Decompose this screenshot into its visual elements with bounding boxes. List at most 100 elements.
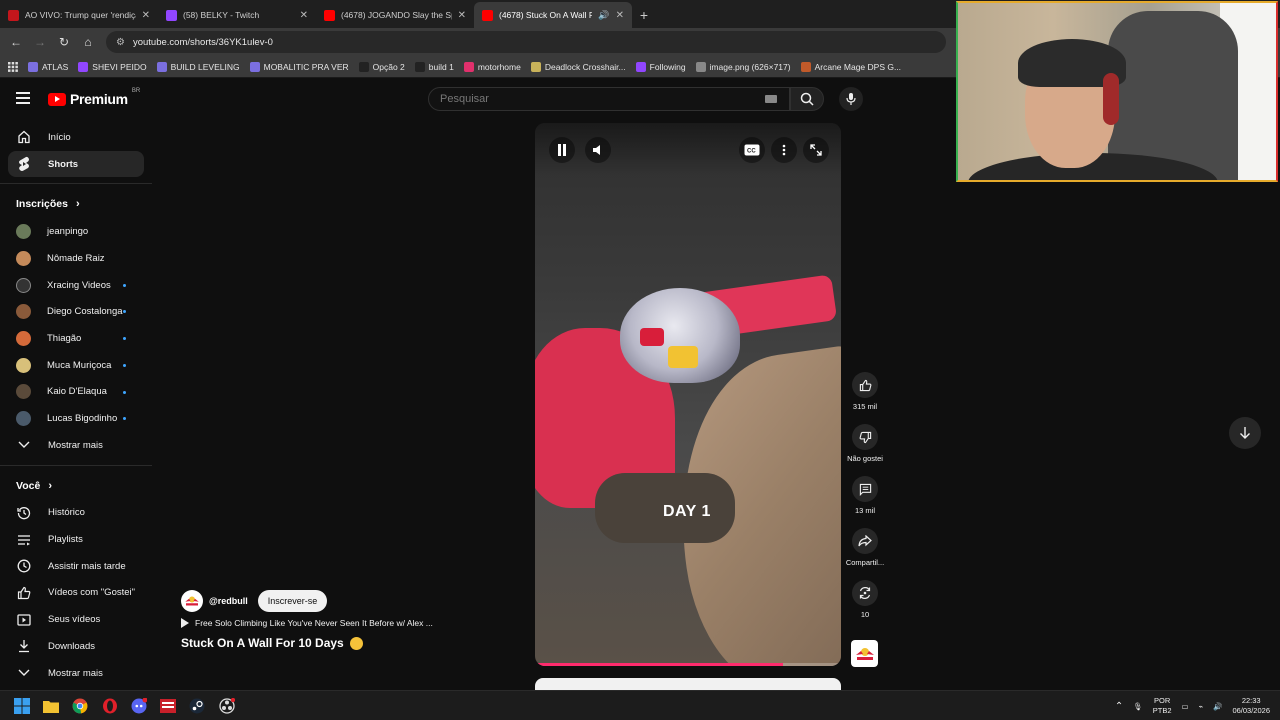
monitor-icon[interactable]: ▭ <box>1182 702 1189 711</box>
sidebar-item-subscription[interactable]: jeanpingo <box>8 218 144 245</box>
sidebar-item-subscription[interactable]: Thiagão <box>8 325 144 352</box>
dislike-button[interactable]: Não gostei <box>840 424 890 476</box>
subscriptions-header[interactable]: Inscrições › <box>0 190 152 218</box>
sidebar-item-watch-later[interactable]: Assistir mais tarde <box>8 553 144 580</box>
speaker-icon[interactable]: 🔊 <box>598 10 609 21</box>
sidebar-item-shorts[interactable]: Shorts <box>8 150 144 178</box>
show-more-subscriptions[interactable]: Mostrar mais <box>8 432 144 459</box>
chevron-up-icon[interactable]: ⌃ <box>1115 701 1123 712</box>
svg-text:CC: CC <box>747 149 756 155</box>
apps-icon[interactable] <box>8 61 18 72</box>
menu-icon[interactable] <box>16 92 30 104</box>
fullscreen-button[interactable] <box>803 137 829 163</box>
bookmark[interactable]: ATLAS <box>28 61 68 72</box>
sidebar-item-subscription[interactable]: Kaio D'Elaqua <box>8 379 144 406</box>
like-button[interactable]: 315 mil <box>840 372 890 424</box>
bookmark[interactable]: MOBALITIC PRA VER <box>249 61 349 72</box>
address-bar[interactable]: ⚙ youtube.com/shorts/36YK1ulev-0 <box>106 31 946 53</box>
avatar <box>16 224 31 240</box>
sidebar-item-home[interactable]: Início <box>8 124 144 151</box>
keyboard-icon[interactable] <box>765 95 777 103</box>
video-progress-bar[interactable] <box>535 663 841 666</box>
url-text: youtube.com/shorts/36YK1ulev-0 <box>132 36 273 48</box>
you-header[interactable]: Você › <box>0 472 152 500</box>
sidebar-item-playlists[interactable]: Playlists <box>8 526 144 553</box>
bookmark[interactable]: image.png (626×717) <box>695 61 791 72</box>
search-button[interactable] <box>790 87 824 111</box>
bookmark[interactable]: build 1 <box>414 61 454 72</box>
subscribe-button[interactable]: Inscrever-se <box>257 590 328 612</box>
volume-icon[interactable]: 🔊 <box>1213 702 1222 711</box>
chrome-icon[interactable] <box>70 696 90 716</box>
language-indicator[interactable]: POR PTB2 <box>1153 696 1172 716</box>
search-input[interactable]: Pesquisar <box>428 87 790 111</box>
redbull-logo-icon <box>855 647 874 660</box>
sidebar-item-subscription[interactable]: Diego Costalonga <box>8 298 144 325</box>
file-explorer-icon[interactable] <box>41 696 61 716</box>
sidebar-item-label: Muca Muriçoca <box>47 359 112 371</box>
sidebar-item-history[interactable]: Histórico <box>8 500 144 527</box>
back-icon[interactable]: ← <box>6 32 26 52</box>
next-short-button[interactable] <box>1229 417 1261 449</box>
browser-tab[interactable]: (4678) JOGANDO Slay the Spire ✕ <box>316 2 474 28</box>
close-tab-icon[interactable]: ✕ <box>458 10 466 21</box>
site-info-icon[interactable]: ⚙ <box>116 37 125 48</box>
sidebar-item-label: Kaio D'Elaqua <box>47 386 107 398</box>
steam-icon[interactable] <box>187 696 207 716</box>
sidebar-item-label: Seus vídeos <box>48 614 101 626</box>
sidebar-item-liked-videos[interactable]: Vídeos com "Gostei" <box>8 580 144 607</box>
sidebar-item-subscription[interactable]: Lucas Bigodinho <box>8 405 144 432</box>
more-options-button[interactable] <box>771 137 797 163</box>
opera-icon[interactable] <box>100 696 120 716</box>
browser-tab-active[interactable]: (4678) Stuck On A Wall For 🔊 ✕ <box>474 2 632 28</box>
bookmark[interactable]: Deadlock Crosshair... <box>530 61 626 72</box>
remix-button[interactable]: 10 <box>840 580 890 632</box>
bookmark[interactable]: Following <box>635 61 686 72</box>
close-tab-icon[interactable]: ✕ <box>300 10 308 21</box>
bookmark[interactable]: Arcane Mage DPS G... <box>800 61 901 72</box>
show-more-you[interactable]: Mostrar mais <box>8 660 144 687</box>
short-video-player[interactable]: DAY 1 CC <box>535 123 841 666</box>
sidebar-item-label: Xracing Videos <box>47 279 111 291</box>
clock[interactable]: 22:33 06/03/2026 <box>1232 696 1270 716</box>
bookmark[interactable]: SHEVI PEIDO <box>78 61 147 72</box>
microphone-icon[interactable]: 🎙 <box>1133 702 1143 711</box>
forward-icon[interactable]: → <box>30 32 50 52</box>
voice-search-button[interactable] <box>839 87 863 111</box>
bookmark[interactable]: motorhome <box>463 61 521 72</box>
bookmark-icon <box>28 61 38 72</box>
obs-icon[interactable] <box>217 696 237 716</box>
sidebar-item-subscription[interactable]: Xracing Videos <box>8 272 144 299</box>
reload-icon[interactable]: ↻ <box>54 32 74 52</box>
youtube-premium-logo[interactable]: Premium BR <box>48 88 140 107</box>
sidebar-item-your-videos[interactable]: Seus vídeos <box>8 606 144 633</box>
sidebar-item-downloads[interactable]: Downloads <box>8 633 144 660</box>
new-tab-button[interactable]: + <box>632 2 656 28</box>
close-tab-icon[interactable]: ✕ <box>142 10 150 21</box>
logo-text: Premium <box>70 91 128 107</box>
pause-button[interactable] <box>549 137 575 163</box>
comment-count: 13 mil <box>854 506 875 515</box>
sidebar-item-label: Vídeos com "Gostei" <box>48 587 136 599</box>
browser-tab[interactable]: AO VIVO: Trump quer 'rendição ✕ <box>0 2 158 28</box>
sidebar-item-subscription[interactable]: Nômade Raiz <box>8 245 144 272</box>
streaming-app-icon[interactable] <box>158 696 178 716</box>
captions-button[interactable]: CC <box>739 137 765 163</box>
short-metadata: @redbull Inscrever-se Free Solo Climbing… <box>181 590 481 650</box>
browser-tab[interactable]: (58) BELKY - Twitch ✕ <box>158 2 316 28</box>
related-video-link[interactable]: Free Solo Climbing Like You've Never See… <box>181 618 481 628</box>
close-tab-icon[interactable]: ✕ <box>616 10 624 21</box>
bookmark[interactable]: Opção 2 <box>358 61 405 72</box>
network-icon[interactable]: ⌁ <box>1199 702 1204 711</box>
channel-thumbnail[interactable] <box>851 640 878 667</box>
sidebar-item-subscription[interactable]: Muca Muriçoca <box>8 352 144 379</box>
share-button[interactable]: Compartil... <box>840 528 890 580</box>
home-icon[interactable]: ⌂ <box>78 32 98 52</box>
bookmark[interactable]: BUILD LEVELING <box>156 61 240 72</box>
windows-start-icon[interactable] <box>12 696 32 716</box>
channel-avatar[interactable] <box>181 590 203 612</box>
discord-icon[interactable] <box>129 696 149 716</box>
channel-handle[interactable]: @redbull <box>209 596 248 606</box>
volume-button[interactable] <box>585 137 611 163</box>
comments-button[interactable]: 13 mil <box>840 476 890 528</box>
